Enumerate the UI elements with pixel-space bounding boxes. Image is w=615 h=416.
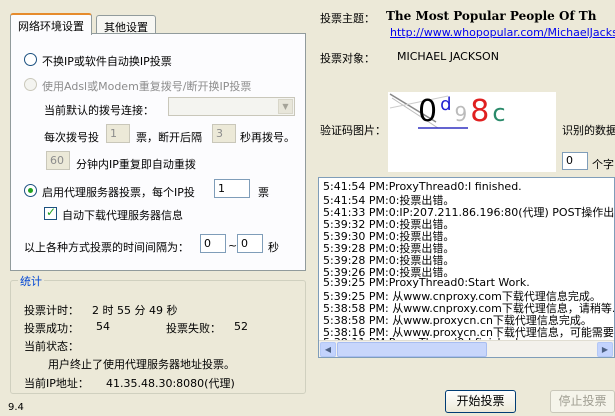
check-icon: ✓ [46,205,57,219]
interval-from-input[interactable]: 0 [200,234,226,253]
dial-connection-select[interactable]: ▼ [168,97,295,116]
no-ip-change-label: 不换IP或软件自动换IP投票 [42,55,172,68]
adsl-redial-radio[interactable] [24,78,37,91]
repeat-minutes-input[interactable]: 60 [46,151,70,170]
votes-per-dial-input[interactable]: 1 [106,124,130,143]
adsl-redial-label: 使用Adsl或Modem重复拨号/断开换IP投票 [42,80,252,93]
interval-separator: ~ [228,239,238,252]
votes-per-dial-prefix: 每次拨号投 [44,131,99,144]
repeat-minutes-label: 分钟内IP重复即自动重拨 [76,158,196,171]
interval-unit: 秒 [268,241,279,254]
auto-download-proxy-checkbox[interactable]: ✓ [44,205,57,220]
auto-download-proxy-label: 自动下载代理服务器信息 [62,209,183,222]
interval-label: 以上各种方式投票的时间间隔为： [24,241,189,254]
proxy-votes-per-ip-input[interactable]: 1 [214,179,250,198]
chevron-down-icon: ▼ [278,99,293,114]
radio-selected-dot [28,188,33,193]
no-ip-change-radio[interactable] [24,53,37,66]
redial-wait-input[interactable]: 3 [212,124,236,143]
proxy-vote-radio[interactable] [24,184,37,197]
redial-wait-suffix: 秒再拨号。 [240,131,295,144]
proxy-vote-label: 启用代理服务器投票，每个IP投 [42,186,195,199]
dial-connection-label: 当前默认的拨号连接： [44,104,154,117]
votes-per-dial-mid: 票，断开后隔 [136,131,202,144]
proxy-votes-unit: 票 [258,186,269,199]
interval-to-input[interactable]: 0 [237,234,263,253]
